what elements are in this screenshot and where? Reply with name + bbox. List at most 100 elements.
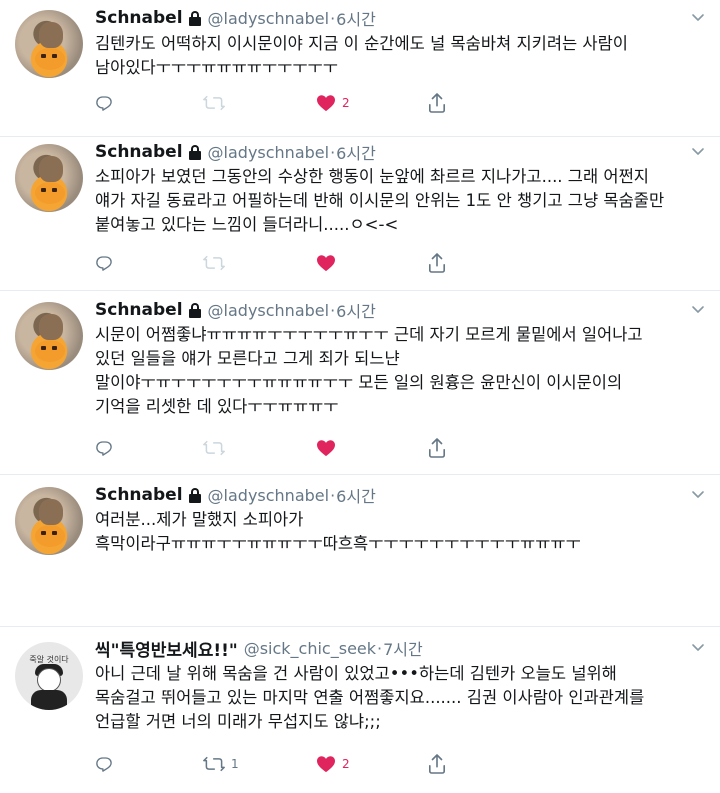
retweet-button[interactable] [203,91,231,115]
heart-icon [316,94,336,112]
author-name[interactable]: Schnabel [95,8,183,28]
tweet-text-line: 소피아가 보였던 그동안의 수상한 행동이 눈앞에 촤르르 지나가고.... 그… [95,167,649,186]
lock-icon [188,144,202,160]
share-button[interactable] [428,752,446,776]
tweet-text: 여러분...제가 말했지 소피아가 흑막이라구ㅠㅠㅠㅜㅜㅠㅠㅠㅜㅜ따흐흑ㅜㅜㅜㅜㅜ… [95,508,707,556]
heart-icon [316,755,336,773]
tweet-text-line: 얘가 자길 동료라고 어필하는데 반해 이시문의 안위는 1도 안 챙기고 그냥… [95,191,665,210]
tweet-text: 소피아가 보였던 그동안의 수상한 행동이 눈앞에 촤르르 지나가고.... 그… [95,165,707,237]
author-name[interactable]: Schnabel [95,485,183,505]
avatar[interactable] [15,144,83,212]
tweet-text: 아니 근데 날 위해 목숨을 건 사람이 있었고•••하는데 김텐카 오늘도 널… [95,662,707,734]
avatar[interactable] [15,487,83,555]
retweet-icon [203,94,225,112]
share-button[interactable] [428,251,446,275]
tweet-actions [95,436,455,460]
tweet-text-line: 여러분...제가 말했지 소피아가 [95,510,304,529]
separator-dot: · [330,142,336,162]
tweet-time[interactable]: 6시간 [336,6,376,30]
tweet-text: 김텐카도 어떡하지 이시문이야 지금 이 순간에도 널 목숨바쳐 지키려는 사람… [95,32,707,80]
tweet-text-line: 말이야ㅜㅠㅜㅜㅜㅜㅜㅜㅠㅠㅠㅠㅜㅜ 모든 일의 원흉은 윤만신이 이시문이의 [95,373,623,392]
like-button[interactable]: 2 [316,752,350,776]
retweet-icon [203,755,225,773]
avatar-head [39,499,63,525]
share-icon [428,253,446,273]
tweet-text-line: 있던 일들을 얘가 모른다고 그게 죄가 되느냔 [95,349,400,368]
reply-icon [95,254,113,272]
tweet-divider [0,626,720,627]
avatar[interactable]: 죽알 것이다 [15,642,83,710]
reply-icon [95,94,113,112]
author-name[interactable]: Schnabel [95,142,183,162]
retweet-count: 1 [231,757,239,771]
tweet-actions [95,251,455,275]
tweet-text-line: 시문이 어쩜좋냐ㅠㅠㅠㅠㅜㅜㅜㅜㅜㅠㅜㅜ 근데 자기 모르게 물밑에서 일어나고 [95,325,643,344]
like-button[interactable]: 2 [316,91,350,115]
tweet-actions: 12 [95,752,455,776]
tweet-time[interactable]: 6시간 [336,140,376,164]
avatar[interactable] [15,302,83,370]
tweet-header: 씩"특영반보세요!!" @sick_chic_seek · 7시간 [95,636,423,661]
separator-dot: · [330,300,336,320]
tweet-divider [0,290,720,291]
avatar-face [37,668,61,692]
tweet-header: Schnabel @ladyschnabel · 6시간 [95,483,376,507]
avatar-pumpkin [35,182,65,204]
lock-icon [188,10,202,26]
author-handle[interactable]: @ladyschnabel [208,301,330,320]
tweet-text-line: 목숨걸고 뛰어들고 있는 마지막 연출 어쩜좋지요....... 김권 이사람아… [95,688,645,707]
separator-dot: · [330,8,336,28]
lock-icon [188,302,202,318]
share-button[interactable] [428,91,446,115]
reply-button[interactable] [95,436,119,460]
author-name[interactable]: 씩"특영반보세요!!" [95,636,238,661]
retweet-button[interactable]: 1 [203,752,239,776]
avatar-shirt [31,690,67,710]
like-button[interactable] [316,436,342,460]
heart-icon [316,254,336,272]
avatar-pumpkin [35,340,65,362]
retweet-button[interactable] [203,251,231,275]
heart-icon [316,439,336,457]
share-icon [428,438,446,458]
chevron-down-icon[interactable] [690,9,706,25]
tweet-header: Schnabel @ladyschnabel · 6시간 [95,6,376,30]
author-handle[interactable]: @ladyschnabel [208,486,330,505]
author-handle[interactable]: @ladyschnabel [208,9,330,28]
chevron-down-icon[interactable] [690,301,706,317]
tweet-text-line: 붙여놓고 있다는 느낌이 들더라니.....ㅇ<-< [95,215,399,234]
like-button[interactable] [316,251,342,275]
tweet-time[interactable]: 7시간 [383,636,423,660]
reply-button[interactable] [95,752,119,776]
like-count: 2 [342,757,350,771]
author-handle[interactable]: @ladyschnabel [208,143,330,162]
tweet-actions: 2 [95,91,455,115]
tweet-text-line: 아니 근데 날 위해 목숨을 건 사람이 있었고•••하는데 김텐카 오늘도 널… [95,664,617,683]
lock-icon [188,487,202,503]
reply-icon [95,439,113,457]
tweet-text: 시문이 어쩜좋냐ㅠㅠㅠㅠㅜㅜㅜㅜㅜㅠㅜㅜ 근데 자기 모르게 물밑에서 일어나고… [95,323,707,419]
avatar-head [39,156,63,182]
avatar-pumpkin [35,525,65,547]
tweet-time[interactable]: 6시간 [336,483,376,507]
avatar-head [39,314,63,340]
avatar-pumpkin [35,48,65,70]
avatar[interactable] [15,10,83,78]
chevron-down-icon[interactable] [690,143,706,159]
author-name[interactable]: Schnabel [95,300,183,320]
tweet-text-line: 남아있다ㅜㅜㅜㅠㅠㅠㅠㅜㅜㅜㅜㅜ [95,58,338,77]
tweet-text-line: 김텐카도 어떡하지 이시문이야 지금 이 순간에도 널 목숨바쳐 지키려는 사람… [95,34,628,53]
retweet-button[interactable] [203,436,231,460]
reply-button[interactable] [95,251,119,275]
share-button[interactable] [428,436,446,460]
share-icon [428,93,446,113]
tweet-time[interactable]: 6시간 [336,298,376,322]
tweet-text-line: 기억을 리셋한 데 있다ㅜㅜㅠㅠㅠㅜ [95,397,339,416]
chevron-down-icon[interactable] [690,486,706,502]
tweet-header: Schnabel @ladyschnabel · 6시간 [95,140,376,164]
chevron-down-icon[interactable] [690,639,706,655]
separator-dot: · [330,485,336,505]
reply-button[interactable] [95,91,119,115]
tweet-header: Schnabel @ladyschnabel · 6시간 [95,298,376,322]
author-handle[interactable]: @sick_chic_seek [244,639,376,658]
